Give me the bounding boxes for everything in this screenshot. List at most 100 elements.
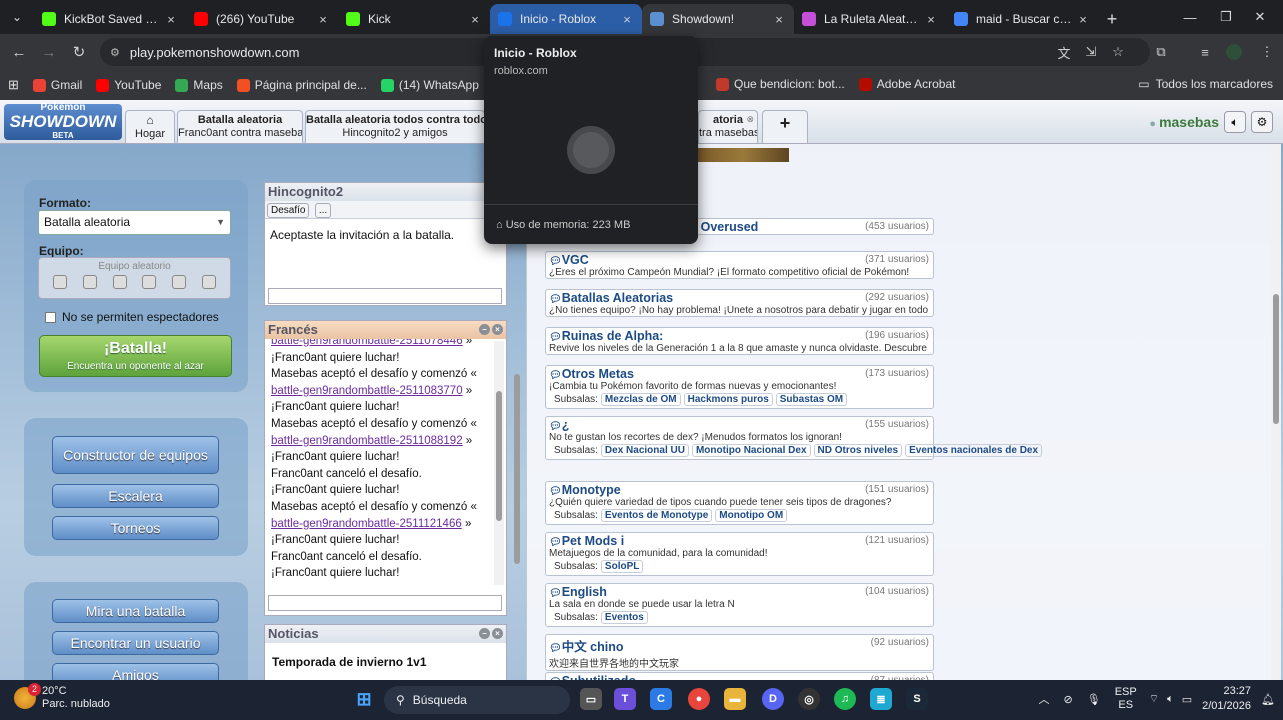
room-item[interactable]: 💬︎Monotype (151 usuarios) ¿Quién quiere va…: [545, 481, 934, 525]
extensions-button[interactable]: ⧉: [1147, 38, 1175, 66]
back-button[interactable]: ←: [4, 37, 34, 67]
subroom-link[interactable]: Monotipo OM: [715, 509, 788, 522]
subroom-link[interactable]: Hackmons puros: [683, 393, 773, 406]
more-button[interactable]: ...: [314, 203, 332, 218]
reload-button[interactable]: ↻: [64, 37, 94, 67]
subroom-link[interactable]: Subastas OM: [775, 393, 848, 406]
new-tab-button[interactable]: +: [1098, 4, 1126, 34]
notes-icon[interactable]: ≣: [870, 688, 892, 710]
install-app-button[interactable]: ⇲: [1077, 38, 1105, 66]
sound-button[interactable]: 🔈︎: [1224, 111, 1246, 133]
close-tab-icon[interactable]: ×: [164, 12, 178, 27]
browser-tab[interactable]: Showdown! ×: [642, 4, 794, 34]
close-tab-icon[interactable]: ×: [620, 12, 634, 27]
ladder-button[interactable]: Escalera: [52, 484, 219, 508]
room-item[interactable]: 💬︎Otros Metas (173 usuarios) ¡Cambia tu Po…: [545, 365, 934, 409]
page-scrollbar[interactable]: [1271, 144, 1281, 680]
forward-button[interactable]: →: [34, 37, 64, 67]
close-icon[interactable]: ×: [492, 628, 503, 639]
teambuilder-button[interactable]: Constructor de equipos: [52, 436, 219, 474]
scroll-thumb[interactable]: [496, 391, 502, 521]
close-window-button[interactable]: ✕: [1237, 0, 1283, 34]
username[interactable]: ● masebas: [1149, 114, 1219, 130]
browser-tab[interactable]: La Ruleta Aleatoria ×: [794, 4, 946, 34]
subroom-link[interactable]: Eventos de Monotype: [600, 509, 713, 522]
network-off-icon[interactable]: ⊘: [1064, 693, 1073, 706]
battle-link[interactable]: battle-gen9randombattle-2511121466 »: [265, 516, 506, 533]
translate-button[interactable]: 文: [1050, 38, 1078, 66]
tournaments-button[interactable]: Torneos: [52, 516, 219, 540]
language-indicator[interactable]: ESP ES: [1115, 686, 1137, 712]
close-tab-icon[interactable]: ×: [316, 12, 330, 27]
find-user-button[interactable]: Encontrar un usuario: [52, 631, 219, 655]
weather-widget[interactable]: 2 20°C Parc. nublado: [14, 683, 110, 711]
tab-battle-3[interactable]: atoria tra masebas ⊗: [698, 110, 758, 143]
microphone-icon[interactable]: 🎙︎: [1087, 693, 1101, 706]
room-item[interactable]: 💬︎Ruinas de Alpha: (196 usuarios) Revive l…: [545, 327, 934, 355]
minimize-icon[interactable]: –: [479, 324, 490, 335]
taskbar-search[interactable]: ⚲ Búsqueda: [384, 686, 570, 714]
close-tab-icon[interactable]: ×: [1076, 12, 1090, 27]
volume-icon[interactable]: 🔈︎: [1167, 693, 1174, 706]
scroll-thumb[interactable]: [1273, 294, 1279, 424]
checkbox-icon[interactable]: [45, 311, 56, 323]
wifi-icon[interactable]: ⌔: [1149, 692, 1159, 706]
bookmark-item[interactable]: Que bendicion: bot...: [716, 77, 845, 91]
battle-button[interactable]: ¡Batalla! Encuentra un oponente al azar: [39, 335, 232, 377]
battery-icon[interactable]: ▭: [1182, 693, 1192, 706]
profile-button[interactable]: [1220, 38, 1248, 66]
teams-icon[interactable]: T: [614, 688, 636, 710]
bookmark-item[interactable]: YouTube: [96, 78, 161, 92]
close-tab-icon[interactable]: ×: [924, 12, 938, 27]
subroom-link[interactable]: ND Otros niveles: [813, 444, 903, 457]
subroom-link[interactable]: Eventos nacionales de Dex: [905, 444, 1043, 457]
subroom-link[interactable]: Eventos: [600, 611, 648, 624]
chrome-icon[interactable]: ●: [688, 688, 710, 710]
close-tab-icon[interactable]: ×: [468, 12, 482, 27]
task-view-icon[interactable]: ▭: [580, 688, 602, 710]
tab-battle-1[interactable]: Batalla aleatoria Franc0ant contra maseb…: [177, 110, 303, 143]
site-info-icon[interactable]: ⚙: [110, 46, 120, 59]
battle-link[interactable]: battle-gen9randombattle-2511083770 »: [265, 383, 506, 400]
subroom-link[interactable]: Dex Nacional UU: [600, 444, 689, 457]
tab-battle-2[interactable]: Batalla aleatoria todos contra todos Hin…: [305, 110, 485, 143]
friends-button[interactable]: Amigos: [52, 663, 219, 680]
room-item[interactable]: 💬︎¿ (155 usuarios) No te gustan los recort…: [545, 416, 1043, 460]
pm-chat-input[interactable]: [268, 288, 502, 304]
chat-room-input[interactable]: [268, 595, 502, 611]
minimize-icon[interactable]: –: [479, 628, 490, 639]
menu-button[interactable]: ⋮: [1253, 38, 1281, 66]
chat-scrollbar[interactable]: [494, 341, 504, 585]
bookmark-item[interactable]: Adobe Acrobat: [858, 77, 955, 91]
room-item[interactable]: 💬︎Pet Mods i (121 usuarios) Metajuegos de …: [545, 532, 934, 576]
copilot-icon[interactable]: C: [650, 688, 672, 710]
no-spectators-checkbox[interactable]: No se permiten espectadores: [45, 310, 219, 324]
subroom-link[interactable]: Monotipo Nacional Dex: [691, 444, 811, 457]
windows-start-icon[interactable]: ⊞: [353, 688, 375, 710]
tab-search-button[interactable]: ⌄: [0, 0, 34, 34]
scroll-thumb[interactable]: [514, 374, 520, 564]
all-bookmarks-button[interactable]: ▭ Todos los marcadores: [1138, 77, 1273, 91]
spotify-icon[interactable]: ♫: [834, 688, 856, 710]
clock[interactable]: 23:27 2/01/2026: [1202, 684, 1251, 714]
browser-tab[interactable]: Kick ×: [338, 4, 490, 34]
room-item[interactable]: 💬︎中文 chino (92 usuarios) 欢迎来自世界各地的中文玩家: [545, 634, 934, 671]
subroom-link[interactable]: Mezclas de OM: [600, 393, 681, 406]
bookmark-item[interactable]: Gmail: [32, 78, 82, 92]
discord-icon[interactable]: D: [762, 688, 784, 710]
room-item[interactable]: 💬︎Batallas Aleatorias (292 usuarios) ¿No t…: [545, 289, 934, 317]
room-item[interactable]: 💬︎English (104 usuarios) La sala en donde …: [545, 583, 934, 627]
file-explorer-icon[interactable]: ▬: [724, 688, 746, 710]
room-item[interactable]: 💬︎VGC (371 usuarios) ¿Eres el próximo Camp…: [545, 251, 934, 279]
chevron-up-icon[interactable]: ︿: [1039, 691, 1050, 707]
browser-tab[interactable]: maid - Buscar con G ×: [946, 4, 1098, 34]
app-icon[interactable]: ◎: [798, 688, 820, 710]
team-select[interactable]: Equipo aleatorio: [38, 257, 231, 299]
steam-icon[interactable]: S: [906, 688, 928, 710]
options-button[interactable]: ⚙: [1251, 111, 1273, 133]
subroom-link[interactable]: SoloPL: [600, 560, 644, 573]
bookmark-item[interactable]: Maps: [175, 78, 223, 92]
bookmark-star-button[interactable]: ☆: [1104, 38, 1132, 66]
battle-link[interactable]: battle-gen9randombattle-2511088192 »: [265, 433, 506, 450]
watch-battle-button[interactable]: Mira una batalla: [52, 599, 219, 623]
